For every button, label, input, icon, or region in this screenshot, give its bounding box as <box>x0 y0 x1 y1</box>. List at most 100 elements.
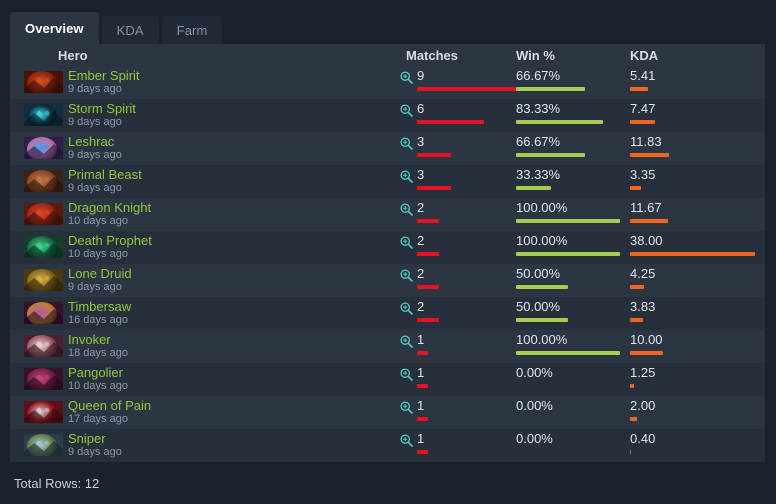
win-bar <box>516 285 568 289</box>
matches-bar <box>417 252 439 256</box>
matches-bar <box>417 285 439 289</box>
win-value: 33.33% <box>516 167 561 182</box>
kda-value: 10.00 <box>630 332 663 347</box>
tab-overview[interactable]: Overview <box>10 12 99 44</box>
hero-last-played: 9 days ago <box>68 83 122 95</box>
hero-last-played: 9 days ago <box>68 281 122 293</box>
column-header-win[interactable]: Win % <box>493 48 605 63</box>
hero-last-played: 16 days ago <box>68 314 128 326</box>
hero-name-link[interactable]: Primal Beast <box>68 167 142 182</box>
table-row[interactable]: Leshrac 9 days ago 3 66.67% 11.83 <box>10 132 765 165</box>
matches-value: 2 <box>417 299 425 314</box>
hero-portrait-icon <box>24 302 63 324</box>
matches-bar <box>417 87 518 91</box>
win-bar <box>516 252 620 256</box>
kda-value: 0.40 <box>630 431 656 446</box>
tab-farm[interactable]: Farm <box>161 16 223 44</box>
hero-last-played: 10 days ago <box>68 380 128 392</box>
magnifier-plus-icon[interactable] <box>400 335 413 348</box>
win-bar <box>516 153 585 157</box>
matches-bar <box>417 219 439 223</box>
win-bar <box>516 318 568 322</box>
table-row[interactable]: Sniper 9 days ago 1 0.00% 0.40 <box>10 429 765 462</box>
win-value: 50.00% <box>516 266 561 281</box>
matches-value: 1 <box>417 398 425 413</box>
hero-portrait-icon <box>24 269 63 291</box>
win-value: 0.00% <box>516 398 553 413</box>
column-header-hero[interactable]: Hero <box>10 48 383 63</box>
table-row[interactable]: Invoker 18 days ago 1 100.00% 10.00 <box>10 330 765 363</box>
kda-value: 2.00 <box>630 398 656 413</box>
hero-name-link[interactable]: Storm Spirit <box>68 101 136 116</box>
hero-name-link[interactable]: Invoker <box>68 332 111 347</box>
magnifier-plus-icon[interactable] <box>400 269 413 282</box>
magnifier-plus-icon[interactable] <box>400 302 413 315</box>
hero-portrait-icon <box>24 137 63 159</box>
kda-value: 3.35 <box>630 167 656 182</box>
matches-bar <box>417 153 451 157</box>
hero-name-link[interactable]: Ember Spirit <box>68 68 140 83</box>
hero-name-link[interactable]: Dragon Knight <box>68 200 151 215</box>
table-body: Ember Spirit 9 days ago 9 66.67% 5.41 Storm S… <box>10 66 765 462</box>
hero-last-played: 18 days ago <box>68 347 128 359</box>
tab-kda[interactable]: KDA <box>101 16 159 44</box>
hero-portrait-icon <box>24 236 63 258</box>
table-row[interactable]: Lone Druid 9 days ago 2 50.00% 4.25 <box>10 264 765 297</box>
matches-value: 2 <box>417 200 425 215</box>
kda-value: 1.25 <box>630 365 656 380</box>
magnifier-plus-icon[interactable] <box>400 170 413 183</box>
magnifier-plus-icon[interactable] <box>400 401 413 414</box>
hero-portrait-icon <box>24 335 63 357</box>
kda-value: 38.00 <box>630 233 663 248</box>
win-value: 100.00% <box>516 200 568 215</box>
magnifier-plus-icon[interactable] <box>400 236 413 249</box>
kda-value: 11.67 <box>630 200 662 215</box>
kda-bar <box>630 87 648 91</box>
hero-last-played: 9 days ago <box>68 116 122 128</box>
magnifier-plus-icon[interactable] <box>400 104 413 117</box>
hero-last-played: 10 days ago <box>68 248 128 260</box>
kda-bar <box>630 285 644 289</box>
matches-bar <box>417 318 439 322</box>
matches-bar <box>417 450 428 454</box>
magnifier-plus-icon[interactable] <box>400 434 413 447</box>
magnifier-plus-icon[interactable] <box>400 71 413 84</box>
kda-bar <box>630 351 663 355</box>
table-row[interactable]: Death Prophet 10 days ago 2 100.00% 38.00 <box>10 231 765 264</box>
hero-name-link[interactable]: Pangolier <box>68 365 123 380</box>
hero-name-link[interactable]: Death Prophet <box>68 233 152 248</box>
kda-bar <box>630 120 655 124</box>
hero-last-played: 17 days ago <box>68 413 128 425</box>
table-row[interactable]: Ember Spirit 9 days ago 9 66.67% 5.41 <box>10 66 765 99</box>
hero-name-link[interactable]: Lone Druid <box>68 266 132 281</box>
win-bar <box>516 120 603 124</box>
column-header-matches[interactable]: Matches <box>383 48 493 63</box>
matches-value: 1 <box>417 332 425 347</box>
matches-value: 6 <box>417 101 425 116</box>
hero-portrait-icon <box>24 203 63 225</box>
matches-value: 3 <box>417 134 425 149</box>
matches-value: 2 <box>417 233 425 248</box>
magnifier-plus-icon[interactable] <box>400 137 413 150</box>
kda-bar <box>630 153 669 157</box>
column-header-kda[interactable]: KDA <box>605 48 765 63</box>
table-row[interactable]: Timbersaw 16 days ago 2 50.00% 3.83 <box>10 297 765 330</box>
hero-name-link[interactable]: Queen of Pain <box>68 398 151 413</box>
table-row[interactable]: Queen of Pain 17 days ago 1 0.00% 2.00 <box>10 396 765 429</box>
win-value: 66.67% <box>516 134 561 149</box>
table-row[interactable]: Storm Spirit 9 days ago 6 83.33% 7.47 <box>10 99 765 132</box>
hero-name-link[interactable]: Sniper <box>68 431 106 446</box>
hero-name-link[interactable]: Leshrac <box>68 134 114 149</box>
matches-bar <box>417 120 484 124</box>
magnifier-plus-icon[interactable] <box>400 203 413 216</box>
matches-value: 1 <box>417 431 425 446</box>
table-row[interactable]: Dragon Knight 10 days ago 2 100.00% 11.67 <box>10 198 765 231</box>
hero-name-link[interactable]: Timbersaw <box>68 299 131 314</box>
kda-value: 7.47 <box>630 101 656 116</box>
total-rows-label: Total Rows: 12 <box>14 476 100 491</box>
table-row[interactable]: Primal Beast 9 days ago 3 33.33% 3.35 <box>10 165 765 198</box>
hero-portrait-icon <box>24 368 63 390</box>
hero-stats-table: Hero Matches Win % KDA Ember Spirit 9 day… <box>10 44 765 462</box>
magnifier-plus-icon[interactable] <box>400 368 413 381</box>
table-row[interactable]: Pangolier 10 days ago 1 0.00% 1.25 <box>10 363 765 396</box>
